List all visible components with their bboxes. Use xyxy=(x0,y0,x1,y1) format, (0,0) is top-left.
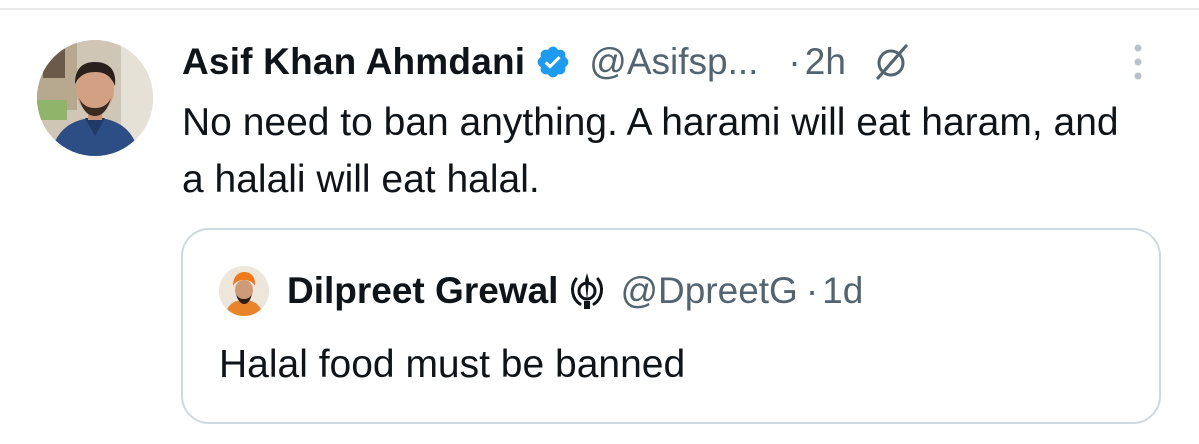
tweet-text: No need to ban anything. A harami will e… xyxy=(182,101,1119,201)
verified-badge-icon[interactable] xyxy=(535,44,571,80)
grok-icon[interactable] xyxy=(872,42,912,82)
separator-dot: · xyxy=(788,41,801,82)
quoted-avatar-image xyxy=(219,266,269,316)
quoted-author-avatar[interactable] xyxy=(219,266,269,316)
author-avatar[interactable] xyxy=(37,40,153,156)
author-handle[interactable]: @Asifsp... xyxy=(589,41,758,83)
khanda-icon xyxy=(568,271,606,311)
author-display-name[interactable]: Asif Khan Ahmdani xyxy=(182,41,525,83)
more-options-icon[interactable] xyxy=(1130,40,1146,84)
quoted-author-handle[interactable]: @DpreetG xyxy=(620,270,797,312)
quoted-tweet-text: Halal food must be banned xyxy=(219,343,686,386)
quoted-tweet-time[interactable]: 1d xyxy=(822,270,863,312)
tweet-header: Asif Khan Ahmdani @Asifsp... · 2h xyxy=(182,34,912,90)
quoted-author-display-name[interactable]: Dilpreet Grewal xyxy=(287,270,558,312)
quoted-tweet-card[interactable]: Dilpreet Grewal @DpreetG · 1d Halal food… xyxy=(181,228,1161,424)
tweet-time[interactable]: 2h xyxy=(805,41,846,83)
quoted-tweet-header: Dilpreet Grewal @DpreetG · 1d xyxy=(287,264,863,318)
top-divider xyxy=(0,8,1199,10)
quoted-separator-dot: · xyxy=(805,270,819,311)
author-avatar-image xyxy=(37,40,153,156)
